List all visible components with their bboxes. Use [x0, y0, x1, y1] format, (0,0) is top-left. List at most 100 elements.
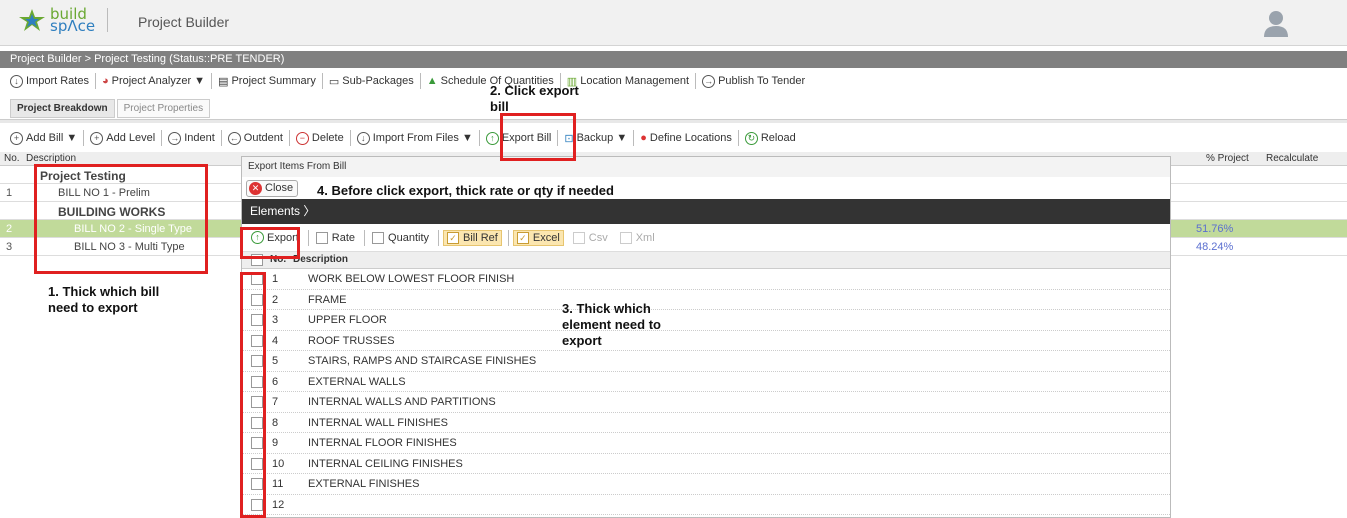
publish-to-tender-label: Publish To Tender: [718, 75, 806, 87]
element-no: 9: [272, 437, 279, 449]
add-bill-button[interactable]: + Add Bill ▼: [10, 131, 77, 145]
element-no: 6: [272, 375, 279, 388]
define-locations-label: Define Locations: [649, 132, 732, 144]
element-no: 8: [272, 416, 279, 429]
excel-label: Excel: [532, 231, 560, 244]
delete-button[interactable]: − Delete: [295, 131, 344, 145]
analyzer-pie-icon: ◕: [101, 75, 109, 87]
list-item[interactable]: 8 INTERNAL WALL FINISHES: [242, 413, 1170, 433]
element-description: WORK BELOW LOWEST FLOOR FINISH: [308, 273, 515, 285]
excel-checkbox[interactable]: ✓ Excel: [512, 229, 564, 246]
close-icon: ✕: [249, 181, 262, 195]
import-rates-button[interactable]: ↓ Import Rates: [10, 74, 89, 88]
user-avatar-icon[interactable]: [1261, 8, 1291, 38]
outdent-button[interactable]: ← Outdent: [227, 131, 283, 145]
element-no: 4: [272, 334, 279, 347]
delete-label: Delete: [311, 132, 344, 144]
plus-icon: +: [90, 131, 104, 145]
project-analyzer-label: Project Analyzer ▼: [111, 75, 206, 87]
tab-project-breakdown[interactable]: Project Breakdown: [10, 99, 115, 118]
project-summary-button[interactable]: ▤ Project Summary: [218, 75, 316, 88]
element-description: ROOF TRUSSES: [308, 334, 395, 347]
quantity-checkbox[interactable]: Quantity: [369, 231, 432, 245]
list-item[interactable]: 5 STAIRS, RAMPS AND STAIRCASE FINISHES: [242, 351, 1170, 372]
highlight-bill-selection: [34, 164, 208, 274]
arrow-left-icon: ←: [227, 131, 241, 145]
xml-checkbox[interactable]: Xml: [617, 231, 658, 245]
list-item[interactable]: 9 INTERNAL FLOOR FINISHES: [242, 433, 1170, 454]
close-button[interactable]: ✕ Close: [246, 179, 299, 197]
dialog-title: Export Items From Bill: [242, 157, 1170, 177]
highlight-export-button: [240, 227, 300, 259]
highlight-element-checkboxes: [240, 272, 266, 518]
add-level-button[interactable]: + Add Level: [90, 131, 155, 145]
document-icon: ▤: [218, 75, 229, 88]
tab-bar: Project Breakdown Project Properties: [10, 99, 212, 118]
element-no: 12: [272, 498, 285, 511]
rate-checkbox[interactable]: Rate: [313, 231, 358, 245]
element-description: UPPER FLOOR: [308, 314, 387, 326]
list-item[interactable]: 7 INTERNAL WALLS AND PARTITIONS: [242, 392, 1170, 413]
list-item[interactable]: 1 WORK BELOW LOWEST FLOOR FINISH: [242, 269, 1170, 290]
sub-packages-button[interactable]: ▭ Sub-Packages: [329, 75, 414, 88]
row-percent: 51.76%: [1196, 223, 1234, 235]
list-item[interactable]: 11 EXTERNAL FINISHES: [242, 474, 1170, 495]
star-logo-icon: [19, 9, 45, 31]
action-toolbar: + Add Bill ▼ + Add Level → Indent ← Outdent …: [0, 130, 1347, 146]
import-rates-label: Import Rates: [26, 75, 89, 87]
annotation-step-2: 2. Click export bill: [490, 83, 579, 114]
indent-button[interactable]: → Indent: [168, 131, 215, 145]
xml-label: Xml: [635, 231, 655, 244]
import-icon: ↓: [356, 131, 370, 145]
reload-button[interactable]: ↻ Reload: [744, 131, 796, 145]
list-item[interactable]: 3 UPPER FLOOR: [242, 310, 1170, 331]
bill-ref-label: Bill Ref: [463, 231, 498, 244]
list-item[interactable]: 4 ROOF TRUSSES: [242, 331, 1170, 351]
col-description: Description: [26, 153, 77, 164]
app-title: Project Builder: [138, 14, 230, 30]
elements-list: 1 WORK BELOW LOWEST FLOOR FINISH 2 FRAME 3 UP…: [242, 269, 1170, 515]
element-description: INTERNAL CEILING FINISHES: [308, 457, 463, 470]
list-item[interactable]: 6 EXTERNAL WALLS: [242, 372, 1170, 392]
bill-ref-checkbox[interactable]: ✓ Bill Ref: [443, 229, 502, 246]
list-item[interactable]: 12: [242, 495, 1170, 515]
export-items-dialog: Export Items From Bill ✕ Close Elements 〉…: [241, 156, 1171, 518]
ruler-icon: ▲: [426, 75, 438, 87]
plus-icon: +: [10, 131, 23, 145]
quantity-label: Quantity: [388, 231, 430, 244]
tab-project-properties[interactable]: Project Properties: [116, 99, 211, 118]
highlight-export-bill: [500, 113, 576, 161]
top-toolbar: ↓ Import Rates ◕ Project Analyzer ▼ ▤ Proje…: [0, 73, 1347, 89]
elements-table-header: No. Description: [242, 252, 1170, 269]
elements-breadcrumb[interactable]: Elements 〉: [242, 199, 1170, 224]
arrow-right-icon: →: [702, 74, 716, 88]
project-analyzer-button[interactable]: ◕ Project Analyzer ▼: [102, 75, 205, 87]
import-icon: ↓: [10, 74, 23, 88]
csv-label: Csv: [588, 231, 608, 244]
element-description: STAIRS, RAMPS AND STAIRCASE FINISHES: [308, 355, 537, 367]
element-description: INTERNAL WALL FINISHES: [308, 416, 448, 429]
list-item[interactable]: 10 INTERNAL CEILING FINISHES: [242, 454, 1170, 474]
element-no: 10: [272, 457, 285, 470]
reload-label: Reload: [760, 132, 796, 144]
map-pin-icon: ●: [640, 132, 647, 144]
rate-label: Rate: [331, 231, 356, 244]
publish-to-tender-button[interactable]: → Publish To Tender: [702, 74, 806, 88]
app-header: build spΛce Project Builder: [0, 0, 1347, 46]
export-options-bar: ↑ Export Rate Quantity ✓ Bill Ref ✓ Excel C…: [242, 224, 1170, 252]
row-percent: 48.24%: [1196, 241, 1234, 253]
annotation-step-4: 4. Before click export, thick rate or qt…: [317, 183, 614, 198]
element-no: 2: [272, 293, 279, 306]
define-locations-button[interactable]: ● Define Locations: [640, 132, 732, 144]
list-item[interactable]: 2 FRAME: [242, 290, 1170, 310]
col-no: No.: [4, 153, 20, 164]
element-no: 5: [272, 355, 279, 367]
import-from-files-button[interactable]: ↓ Import From Files ▼: [356, 131, 473, 145]
annotation-step-3: 3. Thick which element need to export: [562, 301, 661, 348]
element-no: 11: [272, 478, 284, 490]
col-description: Description: [293, 254, 349, 265]
arrow-right-icon: →: [168, 131, 182, 145]
csv-checkbox[interactable]: Csv: [570, 231, 611, 245]
project-summary-label: Project Summary: [231, 75, 316, 87]
buildspace-logo[interactable]: build spΛce: [18, 7, 109, 34]
